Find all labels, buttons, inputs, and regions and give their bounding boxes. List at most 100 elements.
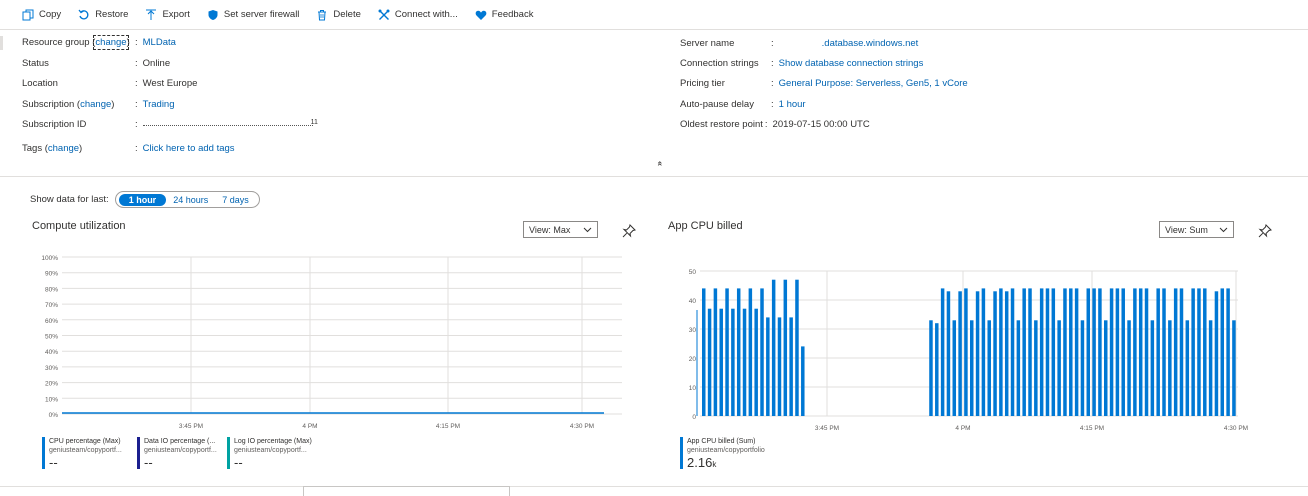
cpu-billed-bar: [940, 288, 945, 416]
copy-button[interactable]: Copy: [22, 9, 61, 21]
compute-utilization-chart: 100% 90% 80% 70% 60% 50% 40% 30% 20% 10% 0% 3:45 PM…: [41, 255, 622, 430]
cpu-billed-bar: [952, 320, 957, 416]
cpu-billed-bar: [760, 288, 764, 416]
cpu-billed-bar: [1220, 288, 1225, 416]
auto-pause-link[interactable]: 1 hour: [779, 99, 806, 110]
cpu-billed-bar: [742, 308, 747, 416]
redacted-subscription-id: [142, 119, 313, 126]
app-cpu-billed-chart: 50 40 30 20 10 0 3:45 PM 4 PM 4:15 PM 4:30 PM: [689, 269, 1248, 432]
status-key: Status: [22, 58, 49, 69]
cpu-billed-bar: [987, 320, 991, 416]
legend-resource: geniusteam/copyportfolio: [687, 447, 765, 454]
chevron-down-icon: [583, 225, 592, 235]
legend-app-cpu-billed[interactable]: App CPU billed (Sum) geniusteam/copyport…: [680, 437, 787, 473]
cpu-billed-bar: [1092, 288, 1096, 416]
restore-icon: [78, 9, 90, 21]
collapse-essentials-icon[interactable]: ⌃ ⌃: [656, 160, 664, 182]
essentials-panel: Resource group (change) : MLData Status …: [0, 30, 1308, 176]
subscription-key: Subscription (change): [22, 99, 115, 110]
cpu-billed-bar: [1150, 320, 1155, 416]
bottom-divider: [0, 486, 1308, 487]
legend-color-bar: [137, 437, 140, 469]
tags-change-link[interactable]: change: [48, 143, 79, 154]
legend-cpu-percentage[interactable]: CPU percentage (Max) geniusteam/copyport…: [42, 437, 129, 471]
cpu-billed-bar: [1156, 288, 1160, 416]
cpu-billed-bar: [1057, 320, 1061, 416]
add-tags-link[interactable]: Click here to add tags: [143, 143, 235, 154]
cpu-billed-bar: [1034, 320, 1038, 416]
pricing-tier-row: Pricing tier : General Purpose: Serverle…: [680, 78, 968, 89]
subscription-id-row: Subscription ID : 11: [22, 119, 318, 130]
time-range-7-days[interactable]: 7 days: [215, 194, 256, 206]
y-tick-label: 20: [689, 356, 697, 363]
cpu-billed-view-select[interactable]: View: Sum: [1159, 221, 1234, 238]
cpu-billed-bar: [771, 279, 776, 416]
x-tick-label: 3:45 PM: [815, 425, 839, 432]
y-tick-label: 0%: [49, 412, 59, 419]
cpu-billed-bar: [1098, 288, 1102, 416]
subscription-row: Subscription (change) : Trading: [22, 99, 175, 110]
cpu-billed-bar: [801, 346, 805, 416]
legend-resource: geniusteam/copyportf...: [49, 447, 122, 454]
time-range-24-hours[interactable]: 24 hours: [166, 194, 215, 206]
cpu-billed-bar: [713, 288, 718, 416]
x-tick-label: 4 PM: [955, 425, 970, 432]
feedback-button[interactable]: Feedback: [475, 9, 533, 21]
cpu-billed-bar: [1214, 291, 1219, 416]
cpu-billed-bar: [1197, 288, 1201, 416]
server-name-value[interactable]: .database.windows.net: [822, 38, 919, 49]
cpu-billed-bar: [736, 288, 741, 416]
cpu-billed-bar: [783, 279, 788, 416]
status-value: Online: [142, 58, 171, 69]
x-tick-label: 4 PM: [302, 423, 317, 430]
pin-icon[interactable]: [622, 224, 636, 238]
cpu-billed-bar: [1208, 320, 1213, 416]
cpu-billed-bar: [1104, 320, 1108, 416]
x-tick-label: 4:30 PM: [570, 423, 594, 430]
pricing-tier-key: Pricing tier: [680, 78, 725, 89]
oldest-restore-row: Oldest restore point : 2019-07-15 00:00 …: [680, 119, 870, 130]
subscription-id-value: 11: [310, 119, 318, 126]
cpu-billed-bar: [935, 323, 939, 416]
heart-icon: [475, 9, 487, 21]
legend-color-bar: [680, 437, 683, 469]
y-tick-label: 60%: [45, 318, 58, 325]
legend-value: --: [234, 455, 243, 470]
compute-view-select[interactable]: View: Max: [523, 221, 598, 238]
bottom-tab[interactable]: [303, 486, 510, 496]
cpu-billed-bar: [999, 288, 1003, 416]
export-button[interactable]: Export: [145, 9, 190, 21]
resource-group-value-link[interactable]: MLData: [143, 37, 176, 48]
cpu-billed-bar: [1063, 288, 1067, 416]
pin-icon[interactable]: [1258, 224, 1272, 238]
y-tick-label: 100%: [41, 255, 58, 262]
time-range-1-hour[interactable]: 1 hour: [118, 193, 167, 206]
app-cpu-billed-title: App CPU billed: [668, 220, 743, 232]
cpu-billed-bar: [719, 308, 723, 416]
y-tick-label: 40: [689, 298, 697, 305]
cpu-billed-bar: [1074, 288, 1079, 416]
connection-strings-key: Connection strings: [680, 58, 759, 69]
time-range-selector: Show data for last: 1 hour 24 hours 7 da…: [30, 191, 260, 208]
cpu-billed-bar: [1080, 320, 1085, 416]
subscription-change-link[interactable]: change: [80, 99, 111, 110]
copy-icon: [22, 9, 34, 21]
export-label: Export: [162, 9, 190, 20]
pricing-tier-link[interactable]: General Purpose: Serverless, Gen5, 1 vCo…: [779, 78, 968, 89]
legend-data-io-percentage[interactable]: Data IO percentage (... geniusteam/copyp…: [137, 437, 219, 471]
resource-group-change-link[interactable]: change: [93, 35, 129, 50]
cpu-billed-bar: [929, 320, 933, 416]
cpu-billed-legend: App CPU billed (Sum) geniusteam/copyport…: [680, 437, 795, 473]
auto-pause-row: Auto-pause delay : 1 hour: [680, 99, 806, 110]
restore-button[interactable]: Restore: [78, 9, 128, 21]
connect-with-button[interactable]: Connect with...: [378, 9, 458, 21]
cpu-billed-bar: [1138, 288, 1143, 416]
set-server-firewall-button[interactable]: Set server firewall: [207, 9, 299, 21]
subscription-value-link[interactable]: Trading: [143, 99, 175, 110]
show-connection-strings-link[interactable]: Show database connection strings: [779, 58, 924, 69]
delete-button[interactable]: Delete: [316, 9, 361, 21]
restore-label: Restore: [95, 9, 129, 20]
legend-resource: geniusteam/copyportf...: [144, 447, 217, 454]
export-icon: [145, 9, 157, 21]
legend-log-io-percentage[interactable]: Log IO percentage (Max) geniusteam/copyp…: [227, 437, 319, 471]
